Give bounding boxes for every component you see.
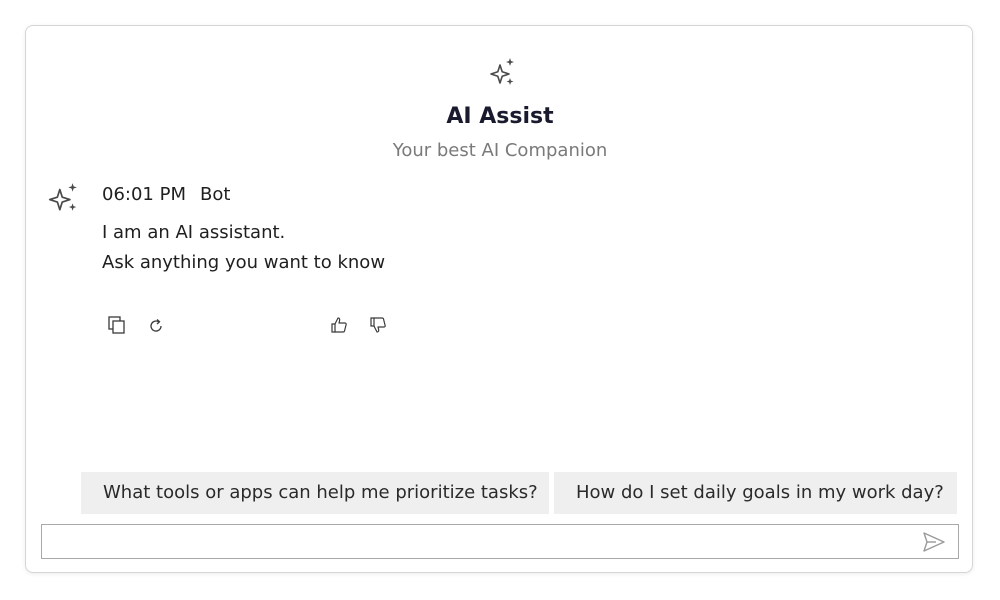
message-text-line: I am an AI assistant.: [102, 222, 286, 243]
composer: [41, 524, 959, 559]
chat-panel: AI Assist Your best AI Companion 06:01 P…: [25, 25, 973, 573]
copy-icon[interactable]: [107, 315, 127, 335]
suggestion-chip[interactable]: How do I set daily goals in my work day?: [554, 472, 957, 514]
suggestion-chip[interactable]: What tools or apps can help me prioritiz…: [81, 472, 549, 514]
message-author: Bot: [199, 184, 231, 205]
app-subtitle: Your best AI Companion: [392, 140, 608, 161]
message-text-line: Ask anything you want to know: [102, 252, 386, 273]
message-meta: 06:01 PM Bot: [102, 184, 230, 205]
send-icon[interactable]: [922, 531, 946, 553]
bot-avatar-sparkle-icon: [48, 183, 77, 211]
thumbs-up-icon[interactable]: [329, 315, 349, 335]
thumbs-down-icon[interactable]: [368, 315, 388, 335]
app-title: AI Assist: [446, 104, 554, 129]
message-input[interactable]: [50, 529, 914, 556]
message-time: 06:01 PM: [102, 184, 186, 205]
regenerate-icon[interactable]: [146, 316, 166, 336]
sparkle-icon: [490, 58, 514, 85]
